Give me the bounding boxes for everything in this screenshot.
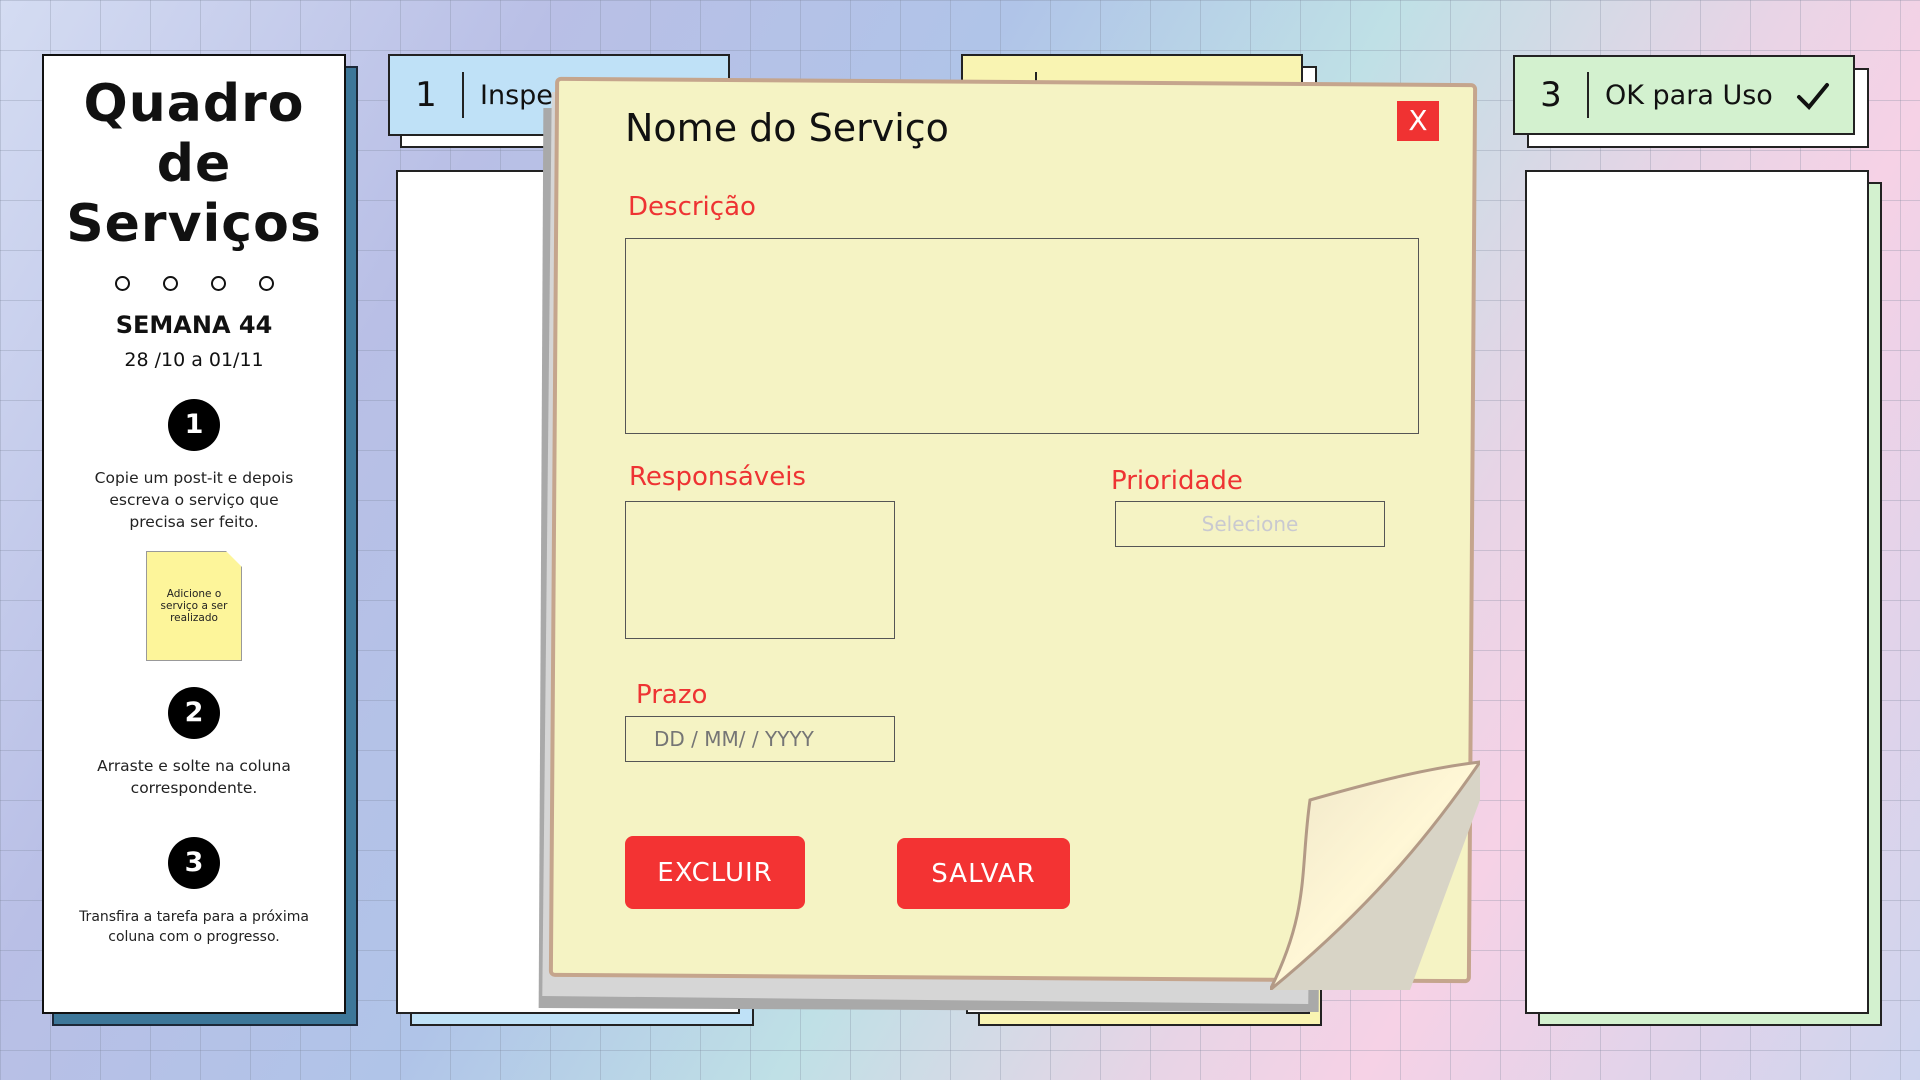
modal-title[interactable]: Nome do Serviço <box>625 106 949 150</box>
column-3-header: 3 OK para Uso <box>1513 55 1855 135</box>
step-1-text: Copie um post-it e depois escreva o serv… <box>94 469 294 531</box>
column-3-label: OK para Uso <box>1605 79 1773 111</box>
responsible-field[interactable] <box>625 501 895 639</box>
delete-button[interactable]: EXCLUIR <box>625 836 805 909</box>
board-title-line1: Quadro <box>83 74 305 134</box>
page-curl-icon <box>1270 760 1480 990</box>
checkmark-icon <box>1797 83 1829 110</box>
column-1-divider <box>462 72 464 118</box>
column-3-number: 3 <box>1540 75 1562 115</box>
decorative-dots <box>44 276 344 291</box>
dot-icon <box>162 276 178 291</box>
sample-postit[interactable]: Adicione o serviço a ser realizado <box>146 551 242 661</box>
step-3-text: Transfira a tarefa para a próxima coluna… <box>79 909 309 945</box>
board-title: Quadro de Serviços <box>44 74 344 254</box>
column-1-number: 1 <box>415 75 437 115</box>
dot-icon <box>258 276 274 291</box>
board-title-line3: Serviços <box>66 194 322 254</box>
step-2-text: Arraste e solte na coluna correspondente… <box>97 757 291 797</box>
step-2-badge: 2 <box>168 687 220 739</box>
responsible-label: Responsáveis <box>629 462 806 492</box>
priority-placeholder: Selecione <box>1201 512 1299 536</box>
save-button[interactable]: SALVAR <box>897 838 1070 909</box>
priority-label: Prioridade <box>1111 466 1243 496</box>
dot-icon <box>114 276 130 291</box>
deadline-label: Prazo <box>636 680 708 710</box>
week-dates: 28 /10 a 01/11 <box>124 349 264 371</box>
step-1-badge: 1 <box>168 399 220 451</box>
week-label: SEMANA 44 <box>115 311 273 339</box>
column-3-dropzone[interactable] <box>1525 170 1869 1014</box>
description-field[interactable] <box>625 238 1419 434</box>
description-label: Descrição <box>628 192 756 222</box>
dot-icon <box>210 276 226 291</box>
sample-postit-text: Adicione o serviço a ser realizado <box>160 588 228 624</box>
close-button[interactable]: X <box>1397 101 1439 141</box>
sidebar-panel: Quadro de Serviços SEMANA 44 28 /10 a 01… <box>42 54 346 1014</box>
priority-select[interactable]: Selecione <box>1115 501 1385 547</box>
step-3-badge: 3 <box>168 837 220 889</box>
column-3-divider <box>1587 72 1589 118</box>
board-title-line2: de <box>156 134 232 194</box>
deadline-field[interactable] <box>625 716 895 762</box>
